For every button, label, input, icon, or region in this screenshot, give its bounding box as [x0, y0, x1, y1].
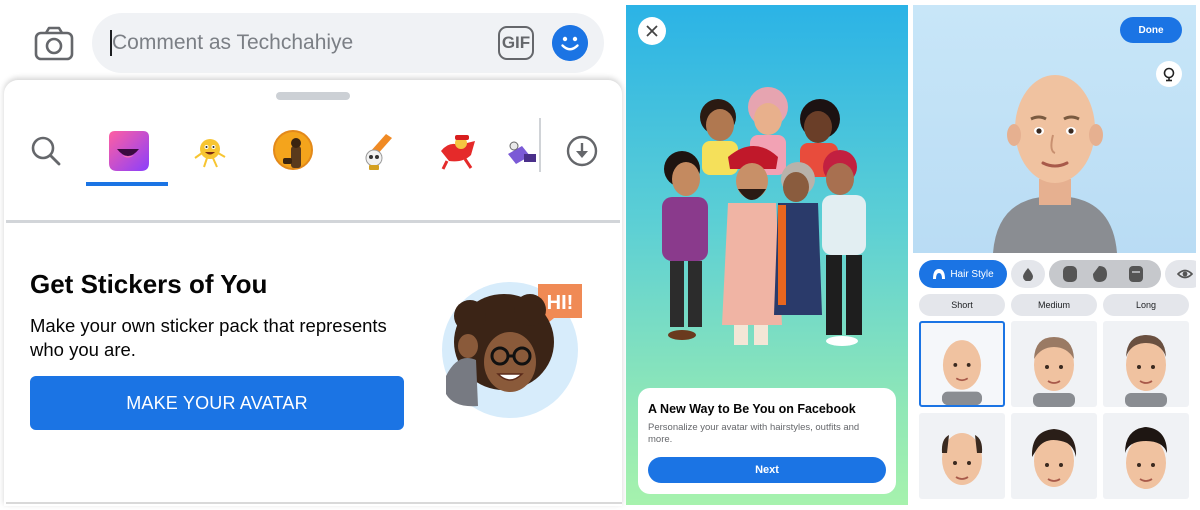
hairstyle-option[interactable]	[919, 413, 1005, 499]
tab-sticker-character[interactable]	[254, 118, 334, 184]
done-button[interactable]: Done	[1120, 17, 1182, 43]
camera-icon[interactable]	[32, 22, 76, 66]
hair-length-row: Short Medium Long	[919, 294, 1196, 316]
rocket-sticker-icon	[365, 134, 392, 170]
active-tab-indicator	[86, 182, 168, 186]
avatar-preview: Done	[913, 5, 1196, 253]
hairstyle-bald-thumb	[941, 340, 983, 405]
intro-card-description: Personalize your avatar with hairstyles,…	[648, 422, 860, 445]
partial-sticker-icon	[508, 141, 536, 164]
promo-title: Get Stickers of You	[30, 269, 268, 299]
tab-sticker-rocket[interactable]	[336, 118, 416, 184]
close-icon	[646, 25, 658, 37]
avatar-group-illustration	[662, 87, 866, 346]
running-character-sticker-icon	[441, 135, 475, 170]
hairstyle-buzz-thumb	[1033, 337, 1075, 407]
face-shape-icons[interactable]	[1053, 264, 1157, 284]
hairstyle-option[interactable]	[919, 321, 1005, 407]
dancing-emoji-sticker-icon	[194, 139, 226, 168]
character-sticker-icon	[273, 130, 313, 170]
screenshot-collage: GIF	[0, 0, 1200, 510]
mirror-button[interactable]	[1156, 61, 1182, 87]
length-long[interactable]: Long	[1103, 294, 1189, 316]
tab-download[interactable]	[542, 118, 622, 184]
promo-description: Make your own sticker pack that represen…	[30, 315, 387, 360]
emoji-icon[interactable]	[552, 25, 588, 61]
tab-sticker-emoji-dance[interactable]	[170, 118, 250, 184]
hairstyle-option[interactable]	[1103, 321, 1189, 407]
avatar-bust	[993, 75, 1117, 253]
search-icon	[31, 136, 61, 166]
tab-eyes[interactable]	[1165, 260, 1196, 288]
comment-bar: GIF	[0, 0, 622, 80]
next-button[interactable]: Next	[648, 457, 886, 483]
eye-icon	[1177, 269, 1193, 279]
drag-handle[interactable]	[276, 92, 350, 100]
tabs-divider	[6, 220, 620, 223]
sticker-panel: GIF	[0, 0, 622, 510]
tab-hair-style[interactable]: Hair Style	[919, 260, 1007, 288]
hairstyle-grid	[919, 321, 1196, 505]
tab-avatar-stickers[interactable]	[87, 118, 167, 184]
sticker-tabs	[4, 118, 622, 223]
hairstyle-option[interactable]	[1103, 413, 1189, 499]
make-your-avatar-button[interactable]: MAKE YOUR AVATAR	[30, 376, 404, 430]
tab-hair-color[interactable]	[1011, 260, 1045, 288]
hair-style-label: Hair Style	[950, 268, 994, 280]
hi-bubble-text: HI!	[547, 292, 574, 314]
download-icon	[566, 135, 598, 167]
tab-sticker-partial[interactable]	[500, 118, 540, 184]
mirror-icon	[1163, 67, 1175, 82]
tabs-separator	[539, 118, 541, 172]
hairstyle-receding-thumb	[941, 433, 983, 485]
comment-field[interactable]: GIF	[92, 13, 604, 73]
avatar-intro-panel: A New Way to Be You on Facebook Personal…	[626, 5, 908, 505]
length-medium[interactable]: Medium	[1011, 294, 1097, 316]
sticker-sheet: Get Stickers of You Make your own sticke…	[4, 80, 622, 506]
hairstyle-option[interactable]	[1011, 413, 1097, 499]
color-drop-icon	[1023, 268, 1033, 281]
category-row: Hair Style	[917, 260, 1196, 288]
avatar-sticker-logo-icon	[109, 131, 149, 171]
hairstyle-short-crop-thumb	[1125, 335, 1167, 407]
tab-search[interactable]	[6, 118, 86, 184]
hairstyle-crew-thumb	[1125, 427, 1167, 489]
close-button[interactable]	[638, 17, 666, 45]
intro-card: A New Way to Be You on Facebook Personal…	[638, 388, 896, 494]
avatar-editor-panel: Done Hair Style Short Medium Long	[913, 5, 1196, 505]
avatar-illustration: HI!	[442, 282, 582, 418]
bottom-divider	[6, 502, 622, 504]
intro-card-title: A New Way to Be You on Facebook	[648, 402, 856, 416]
comment-input[interactable]	[112, 27, 472, 59]
gif-button[interactable]: GIF	[498, 26, 534, 60]
face-category-group	[1049, 260, 1161, 288]
hairstyle-side-thumb	[1031, 429, 1077, 487]
hair-style-icon	[933, 269, 946, 279]
hairstyle-option[interactable]	[1011, 321, 1097, 407]
length-short[interactable]: Short	[919, 294, 1005, 316]
tab-sticker-running[interactable]	[418, 118, 498, 184]
